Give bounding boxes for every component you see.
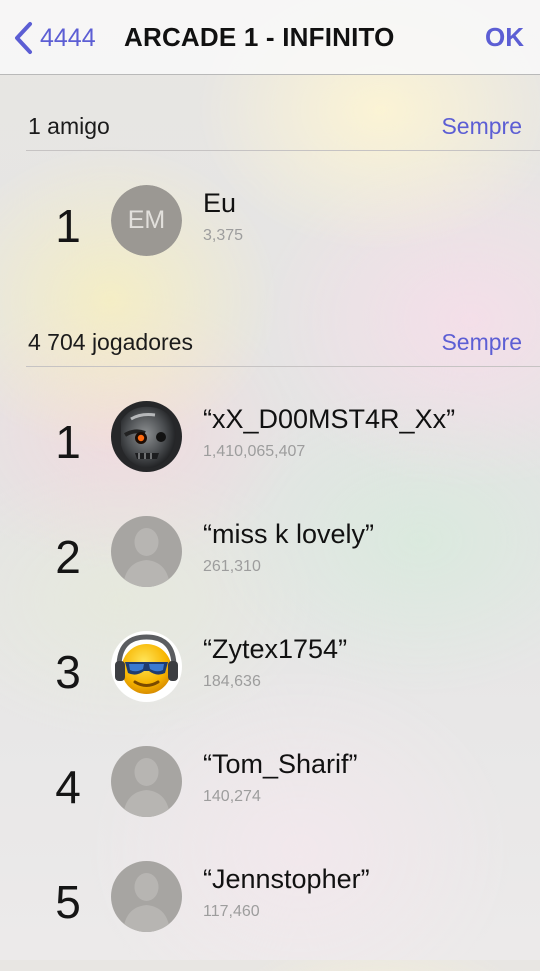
- player-name: Eu: [203, 188, 237, 218]
- leaderboard-row-2[interactable]: 2 “miss k lovely” 261,310: [0, 516, 540, 626]
- divider: [26, 366, 540, 367]
- players-section-header: 4 704 jogadores Sempre: [0, 317, 540, 367]
- player-score: 117,460: [203, 903, 260, 920]
- player-name: “xX_D00MST4R_Xx”: [203, 404, 456, 434]
- back-button[interactable]: 4444: [12, 18, 96, 58]
- player-score: 184,636: [203, 673, 261, 690]
- default-avatar-icon: [111, 861, 182, 932]
- players-time-filter-button[interactable]: Sempre: [441, 329, 522, 356]
- initials-label: EM: [111, 185, 182, 256]
- back-label: 4444: [40, 23, 96, 52]
- player-name: “Jennstopher”: [203, 864, 370, 894]
- player-name: “Zytex1754”: [203, 634, 348, 664]
- ok-button[interactable]: OK: [485, 22, 524, 53]
- player-score: 1,410,065,407: [203, 443, 306, 460]
- rank-number: 1: [55, 416, 81, 468]
- navigation-bar: 4444 ARCADE 1 - INFINITO OK: [0, 0, 540, 75]
- friends-time-filter-button[interactable]: Sempre: [441, 113, 522, 140]
- leaderboard-row-3[interactable]: 3 “Zytex1754” 184,636: [0, 631, 540, 741]
- rank-number: 2: [55, 531, 81, 583]
- rank-number: 4: [55, 761, 81, 813]
- leaderboard-row-4[interactable]: 4 “Tom_Sharif” 140,274: [0, 746, 540, 856]
- rank-number: 1: [55, 200, 81, 252]
- skull-mask-avatar: [111, 401, 182, 472]
- player-name: “Tom_Sharif”: [203, 749, 358, 779]
- avatar-initials: EM: [111, 185, 182, 256]
- player-name: “miss k lovely”: [203, 519, 375, 549]
- divider: [26, 150, 540, 151]
- players-count-label: 4 704 jogadores: [28, 329, 193, 355]
- rank-number: 3: [55, 646, 81, 698]
- default-avatar-icon: [111, 516, 182, 587]
- player-score: 261,310: [203, 558, 261, 575]
- default-avatar-icon: [111, 746, 182, 817]
- emoji-sunglasses-headphones-avatar: [111, 631, 182, 702]
- friends-count-label: 1 amigo: [28, 113, 110, 139]
- page-title: ARCADE 1 - INFINITO: [124, 22, 395, 52]
- leaderboard-row-5[interactable]: 5 “Jennstopher” 117,460: [0, 861, 540, 971]
- chevron-left-icon: [15, 22, 32, 54]
- leaderboard-row-1[interactable]: 1 “xX_D00MST4R_Xx” 1,410,065,407: [0, 401, 540, 511]
- friends-section-header: 1 amigo Sempre: [0, 101, 540, 151]
- player-score: 140,274: [203, 788, 261, 805]
- rank-number: 5: [55, 876, 81, 928]
- player-score: 3,375: [203, 227, 244, 244]
- leaderboard-row-friend-1[interactable]: 1 EM Eu 3,375: [0, 185, 540, 295]
